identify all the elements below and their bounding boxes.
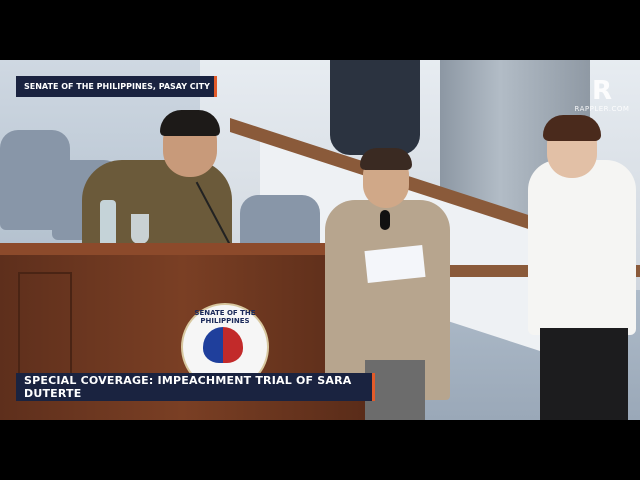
scene: SENATE OF THE PHILIPPINES [0,60,640,420]
coverage-text: SPECIAL COVERAGE: IMPEACHMENT TRIAL OF S… [24,374,352,400]
location-text: SENATE OF THE PHILIPPINES, PASAY CITY [24,82,210,91]
rappler-watermark: R RAPPLER.COM [572,77,632,119]
location-banner: SENATE OF THE PHILIPPINES, PASAY CITY [16,76,217,97]
water-glass [131,214,149,244]
podium-top [0,243,365,255]
seal-shield [203,327,243,363]
person-right-body [528,160,636,335]
held-paper [364,245,426,283]
rappler-logo-icon: R [591,76,613,106]
person-right-pants [540,328,628,420]
coverage-banner: SPECIAL COVERAGE: IMPEACHMENT TRIAL OF S… [16,373,375,401]
rappler-watermark-text: RAPPLER.COM [574,105,630,113]
person-left-hair [160,110,220,136]
person-center-hair [360,148,412,170]
guard-figure [330,60,420,155]
handheld-microphone [380,210,390,230]
seal-text: SENATE OF THE PHILIPPINES [194,309,256,325]
